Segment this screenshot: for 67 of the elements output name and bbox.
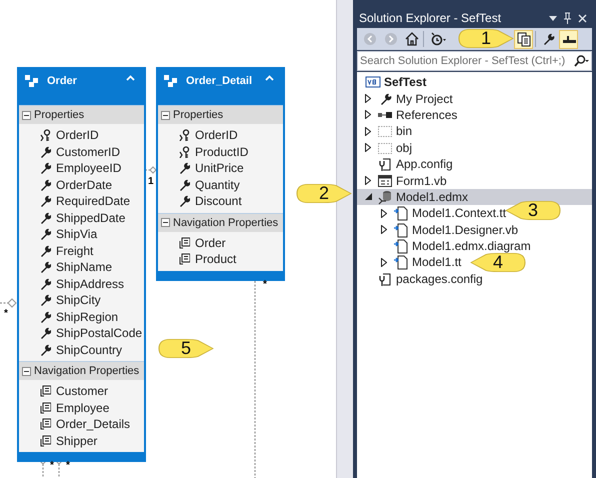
multiplicity-label: * [4, 308, 8, 319]
member-name: OrderDate [56, 178, 112, 192]
member-name: ShipVia [56, 227, 98, 242]
member-name: ShipCountry [56, 342, 122, 357]
section-title: Properties [34, 109, 84, 121]
member-name: Freight [56, 244, 94, 258]
member-name: Shipper [56, 434, 98, 448]
member-name: Order_Details [56, 417, 130, 432]
tree-item[interactable]: SefTest [357, 74, 428, 90]
multiplicity-label: * [50, 460, 54, 471]
member-name: ShipName [56, 260, 112, 274]
member-name: ShipPostalCode [56, 326, 142, 340]
member-name: Discount [195, 194, 242, 208]
item-label: bin [396, 124, 412, 138]
tree-item[interactable]: Model1.Designer.vb [357, 222, 520, 238]
item-label: Model1.Context.tt [412, 206, 506, 220]
item-label: My Project [396, 92, 453, 106]
callout-balloon: 1 [458, 29, 514, 48]
tree-item[interactable]: Model1.edmx.diagram [357, 238, 533, 254]
member-name: Employee [56, 400, 110, 415]
item-label: obj [396, 140, 412, 155]
member-name: CustomerID [56, 144, 120, 159]
section-title: Navigation Properties [34, 365, 140, 377]
item-label: Model1.tt [412, 255, 462, 270]
search-field[interactable]: Search Solution Explorer - SefTest (Ctrl+;) [357, 51, 592, 71]
tree-item[interactable]: obj [357, 140, 414, 156]
member-name: UnitPrice [195, 161, 244, 176]
member-name: Customer [56, 384, 108, 398]
tree-item[interactable]: bin [357, 123, 414, 140]
member-name: ShipAddress [56, 276, 124, 291]
callout-balloon: 2 [296, 184, 352, 203]
tree-item[interactable]: References [357, 106, 460, 124]
member-name: OrderID [195, 128, 238, 142]
member-name: ShippedDate [56, 210, 126, 225]
item-label: packages.config [396, 272, 483, 286]
tree-item[interactable]: Model1.tt [357, 254, 464, 271]
tree-item[interactable]: App.config [357, 156, 455, 172]
item-label: Model1.edmx.diagram [412, 239, 531, 254]
callout-balloon: 5 [158, 339, 214, 358]
member-name: OrderID [56, 128, 99, 142]
item-label: Model1.Designer.vb [412, 222, 518, 237]
item-label: References [396, 108, 458, 122]
tree-item[interactable]: My Project [357, 90, 455, 107]
entity-name: Order [47, 75, 78, 87]
item-label: SefTest [384, 75, 426, 90]
section-title: Navigation Properties [173, 216, 278, 228]
panel-title: Solution Explorer - SefTest [359, 11, 502, 25]
tree-item[interactable]: packages.config [357, 270, 485, 288]
callout-balloon: 3 [505, 201, 561, 220]
member-name: Quantity [195, 178, 240, 192]
item-label: App.config [396, 157, 453, 172]
tree-item[interactable]: Form1.vb [357, 172, 449, 189]
member-name: Product [195, 252, 236, 266]
item-label: Form1.vb [396, 174, 447, 188]
member-name: Order [195, 236, 226, 250]
member-name: ShipRegion [56, 310, 118, 324]
callout-balloon: 4 [470, 253, 526, 272]
member-name: RequiredDate [56, 194, 130, 208]
member-name: ShipCity [56, 293, 101, 308]
entity-name: Order_Detail [186, 75, 254, 87]
section-title: Properties [173, 109, 224, 121]
multiplicity-label: 1 [148, 176, 154, 187]
item-label: Model1.edmx [396, 190, 468, 204]
member-name: ProductID [195, 144, 248, 159]
multiplicity-label: * [263, 279, 267, 290]
member-name: EmployeeID [56, 161, 122, 176]
multiplicity-label: * [66, 460, 70, 471]
